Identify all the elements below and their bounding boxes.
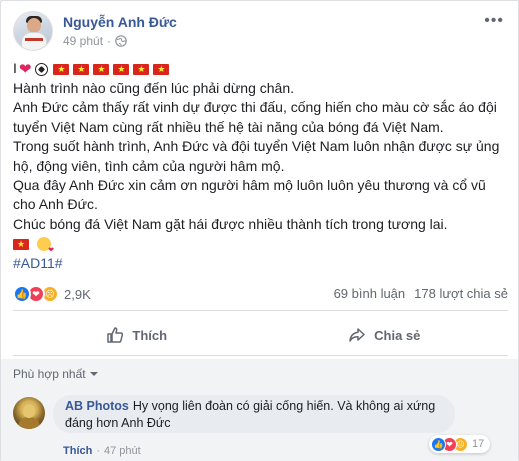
author-name[interactable]: Nguyễn Anh Đức [63, 14, 177, 30]
thumbs-up-icon [107, 327, 124, 343]
meta-separator: · [96, 445, 101, 457]
like-button[interactable]: Thích [13, 317, 261, 353]
reaction-summary[interactable]: 👍 ❤ ☹ 2,9K [13, 285, 91, 303]
comment-time[interactable]: 47 phút [104, 445, 141, 457]
reaction-count[interactable]: 2,9K [64, 287, 91, 302]
like-reaction-icon: 👍 [431, 436, 446, 452]
sort-label: Phù hợp nhất [13, 367, 86, 381]
post-text-line: Chúc bóng đá Việt Nam gặt hái được nhiều… [13, 215, 448, 232]
kiss-face-emoji-icon [37, 237, 54, 261]
comment-reaction-summary[interactable]: 👍 ❤ ☹ 17 [429, 435, 491, 453]
vietnam-flag-icon [13, 237, 29, 251]
vietnam-flag-icon [93, 62, 110, 76]
comment-like-button[interactable]: Thích [63, 445, 92, 457]
letter-prefix: I [13, 60, 17, 77]
comment-sort-dropdown[interactable]: Phù hợp nhất [13, 367, 98, 381]
vietnam-flag-icon [73, 62, 90, 76]
emoji-line: I ❤ [13, 59, 509, 79]
post-time[interactable]: 49 phút [63, 34, 103, 48]
emoji-line-2 [13, 234, 509, 261]
post-text-line: Anh Đức cảm thấy rất vinh dự được thi đấ… [13, 99, 497, 135]
post-stats: 👍 ❤ ☹ 2,9K 69 bình luận 178 lượt chia sẻ [13, 285, 508, 305]
post-content: I ❤ Hành trình nào cũng đến lúc phải dừn… [13, 59, 509, 274]
post-text-line: Hành trình nào cũng đến lúc phải dừng ch… [13, 80, 295, 96]
share-button[interactable]: Chia sẻ [261, 317, 509, 353]
post-header: Nguyễn Anh Đức 49 phút · ••• [13, 11, 508, 55]
share-arrow-icon [349, 328, 365, 342]
like-reaction-icon: 👍 [13, 285, 31, 303]
meta-separator: · [107, 34, 112, 48]
post-meta: 49 phút · [63, 34, 127, 48]
comment-reaction-count: 17 [472, 438, 485, 450]
divider [13, 355, 508, 356]
commenter-avatar[interactable] [13, 397, 45, 429]
post-text-line: Trong suốt hành trình, Anh Đức và đội tu… [13, 138, 500, 174]
comment-count[interactable]: 69 bình luận [334, 286, 406, 301]
like-label: Thích [132, 327, 168, 343]
vietnam-flag-icon [153, 62, 170, 76]
share-count[interactable]: 178 lượt chia sẻ [414, 286, 508, 301]
comments-section: Phù hợp nhất AB Photos Hy vọng liên đoàn … [1, 359, 518, 461]
vietnam-flag-icon [133, 62, 150, 76]
commenter-name[interactable]: AB Photos [65, 399, 129, 413]
hashtag-link[interactable]: #AD11# [13, 254, 509, 273]
caret-down-icon [89, 372, 98, 376]
vietnam-flag-icon [113, 62, 130, 76]
globe-icon [115, 35, 127, 47]
author-avatar[interactable] [13, 11, 53, 51]
comment-meta: Thích · 47 phút [63, 445, 141, 457]
post-text-line: Qua đây Anh Đức xin cảm ơn người hâm mộ … [13, 177, 486, 213]
more-options-icon[interactable]: ••• [484, 13, 504, 29]
soccer-ball-emoji-icon [35, 62, 49, 76]
share-label: Chia sẻ [374, 327, 421, 343]
divider [13, 310, 508, 311]
engagement-counts: 69 bình luận 178 lượt chia sẻ [334, 286, 508, 301]
post-actions: Thích Chia sẻ [13, 317, 508, 353]
heart-emoji-icon: ❤ [18, 60, 32, 78]
vietnam-flag-icon [53, 62, 70, 76]
comment-bubble: AB Photos Hy vọng liên đoàn có giải cống … [53, 395, 455, 433]
post-card: Nguyễn Anh Đức 49 phút · ••• I ❤ Hành tr… [0, 0, 519, 461]
